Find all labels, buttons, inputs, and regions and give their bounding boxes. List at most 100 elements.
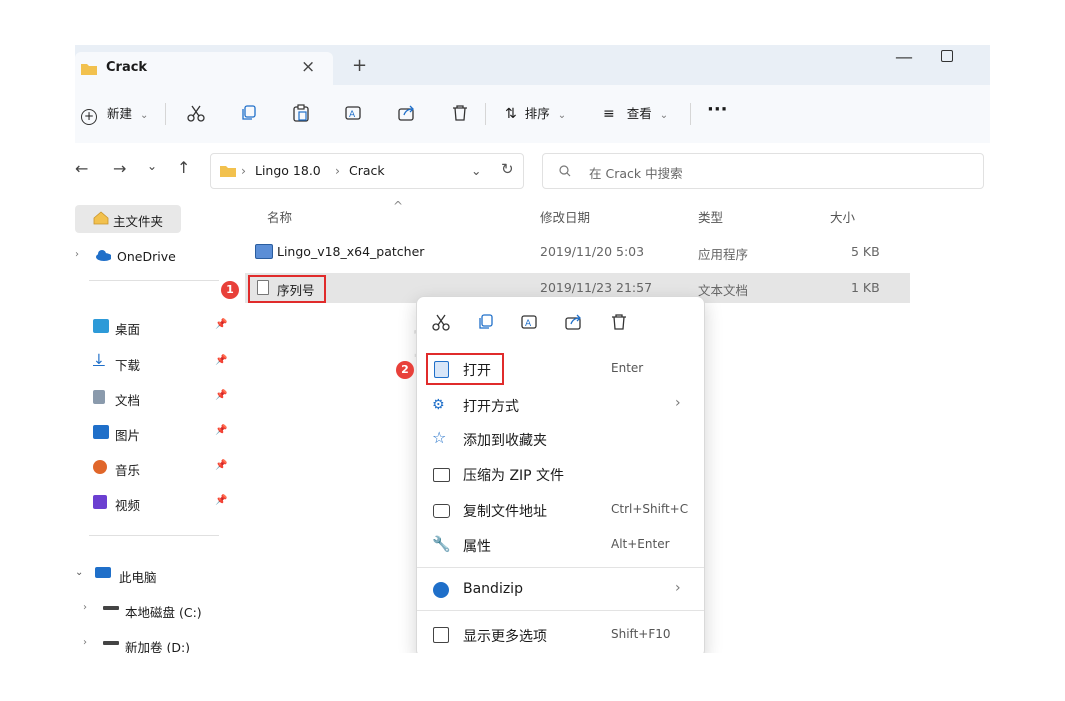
rename-icon[interactable]: A — [521, 313, 539, 331]
share-icon[interactable] — [398, 104, 416, 122]
divider — [89, 280, 219, 281]
column-name-header[interactable]: 名称 — [267, 207, 292, 226]
sort-button[interactable]: ⇅ 排序 ⌄ — [505, 103, 566, 122]
step-badge-1: 1 — [221, 281, 239, 299]
sidebar-item-label: 此电脑 — [119, 570, 157, 585]
menu-item-bandizip[interactable]: Bandizip › — [417, 574, 704, 608]
cut-icon[interactable] — [187, 104, 205, 122]
pin-icon[interactable]: 📌 — [215, 355, 227, 366]
back-arrow-icon[interactable]: ← — [75, 159, 88, 178]
minimize-button[interactable]: — — [895, 47, 913, 68]
file-modified: 2019/11/20 5:03 — [540, 244, 645, 259]
download-icon: ↓ — [93, 352, 105, 368]
menu-item-open[interactable]: 打开 Enter — [417, 353, 704, 387]
navigation-bar: ← → ⌄ ↑ › Lingo 18.0 › Crack ⌄ ↻ 在 Crack… — [75, 143, 990, 199]
computer-icon — [95, 567, 111, 578]
copy-icon[interactable] — [477, 313, 495, 331]
menu-item-label: 复制文件地址 — [463, 504, 547, 520]
menu-item-properties[interactable]: 🔧 属性 Alt+Enter — [417, 529, 704, 563]
column-modified-header[interactable]: 修改日期 — [540, 207, 590, 226]
tab-close-button[interactable]: × — [301, 57, 315, 77]
share-icon[interactable] — [565, 313, 583, 331]
copy-icon[interactable] — [240, 104, 258, 122]
document-icon — [93, 390, 105, 404]
menu-item-open-with[interactable]: ⚙ 打开方式 › — [417, 389, 704, 423]
sort-icon: ⇅ — [505, 106, 517, 122]
breadcrumb-crack[interactable]: Crack — [349, 163, 385, 178]
rename-icon[interactable]: A — [345, 104, 363, 122]
paste-icon[interactable] — [292, 104, 310, 122]
table-row[interactable]: Lingo_v18_x64_patcher 2019/11/20 5:03 应用… — [245, 238, 910, 268]
folder-icon — [220, 166, 236, 177]
sidebar-item-drive-c[interactable]: › 本地磁盘 (C:) — [75, 596, 235, 624]
expand-chevron-icon[interactable]: › — [83, 602, 87, 613]
sidebar-item-documents[interactable]: 文档 📌 — [75, 384, 235, 412]
star-icon: ☆ — [432, 428, 447, 447]
new-tab-button[interactable]: + — [352, 55, 367, 76]
sidebar-item-home[interactable]: 主文件夹 — [75, 205, 181, 233]
context-menu: A 打开 Enter ⚙ 打开方式 › ☆ 添加到收藏夹 压缩为 ZIP 文件 … — [416, 296, 705, 658]
more-options-icon — [433, 627, 449, 643]
view-button[interactable]: ≡ 查看 ⌄ — [603, 103, 668, 122]
tab-crack[interactable]: Crack × — [75, 52, 333, 85]
column-type-header[interactable]: 类型 — [698, 207, 723, 226]
sidebar-item-downloads[interactable]: ↓ 下载 📌 — [75, 349, 235, 377]
menu-item-copy-path[interactable]: 复制文件地址 Ctrl+Shift+C — [417, 494, 704, 528]
svg-text:A: A — [525, 319, 532, 329]
pin-icon[interactable]: 📌 — [215, 319, 227, 330]
file-type: 应用程序 — [698, 247, 749, 262]
more-options-button[interactable]: ··· — [707, 99, 728, 120]
sidebar-item-videos[interactable]: 视频 📌 — [75, 489, 235, 517]
breadcrumb-lingo[interactable]: Lingo 18.0 — [255, 163, 321, 178]
sort-label: 排序 — [524, 106, 550, 121]
expand-chevron-icon[interactable]: › — [83, 637, 87, 648]
sidebar-item-this-pc[interactable]: ⌄ 此电脑 — [75, 561, 235, 589]
delete-icon[interactable] — [610, 313, 628, 331]
pin-icon[interactable]: 📌 — [215, 495, 227, 506]
expand-chevron-icon[interactable]: › — [75, 249, 79, 260]
chevron-right-icon: › — [675, 395, 681, 411]
copy-path-icon — [433, 504, 450, 518]
tab-strip: Crack × + — — [75, 45, 990, 85]
file-size: 1 KB — [851, 280, 880, 295]
view-label: 查看 — [626, 106, 652, 121]
divider — [89, 535, 219, 536]
collapse-chevron-icon[interactable]: ⌄ — [75, 567, 83, 578]
up-arrow-icon[interactable]: ↑ — [177, 158, 190, 177]
file-name: Lingo_v18_x64_patcher — [277, 244, 425, 259]
sidebar-item-music[interactable]: 音乐 📌 — [75, 454, 235, 482]
delete-icon[interactable] — [451, 104, 469, 122]
sidebar-item-onedrive[interactable]: › OneDrive — [75, 243, 235, 271]
refresh-icon[interactable]: ↻ — [501, 160, 514, 178]
sidebar-item-drive-d[interactable]: › 新加卷 (D:) — [75, 631, 235, 653]
maximize-button[interactable] — [941, 50, 953, 62]
sidebar-item-pictures[interactable]: 图片 📌 — [75, 419, 235, 447]
pin-icon[interactable]: 📌 — [215, 460, 227, 471]
menu-item-add-favorites[interactable]: ☆ 添加到收藏夹 — [417, 423, 704, 457]
recent-chevron-icon[interactable]: ⌄ — [147, 159, 157, 173]
menu-item-label: 添加到收藏夹 — [463, 433, 547, 449]
new-button[interactable]: + 新建 ⌄ — [81, 103, 148, 125]
search-box[interactable]: 在 Crack 中搜索 — [542, 153, 984, 189]
open-with-icon: ⚙ — [432, 397, 445, 413]
sidebar-item-label: 桌面 — [115, 322, 141, 337]
sort-up-chevron-icon: ^ — [393, 199, 404, 213]
step-badge-2: 2 — [396, 361, 414, 379]
forward-arrow-icon[interactable]: → — [113, 159, 126, 178]
menu-item-compress-zip[interactable]: 压缩为 ZIP 文件 — [417, 458, 704, 492]
file-modified: 2019/11/23 21:57 — [540, 280, 653, 295]
sidebar-item-desktop[interactable]: 桌面 📌 — [75, 313, 235, 341]
pin-icon[interactable]: 📌 — [215, 425, 227, 436]
zip-folder-icon — [433, 468, 450, 482]
video-icon — [93, 495, 107, 509]
menu-item-show-more[interactable]: 显示更多选项 Shift+F10 — [417, 619, 704, 653]
divider — [485, 103, 486, 125]
address-bar[interactable]: › Lingo 18.0 › Crack ⌄ ↻ — [210, 153, 524, 189]
menu-item-label: 显示更多选项 — [463, 629, 547, 645]
chevron-down-icon: ⌄ — [557, 110, 567, 121]
column-size-header[interactable]: 大小 — [830, 207, 855, 226]
navigation-pane: 主文件夹 › OneDrive 桌面 📌 ↓ 下载 📌 文档 📌 图片 📌 音乐… — [75, 199, 235, 653]
cut-icon[interactable] — [432, 313, 450, 331]
history-chevron-icon[interactable]: ⌄ — [471, 163, 481, 178]
pin-icon[interactable]: 📌 — [215, 390, 227, 401]
